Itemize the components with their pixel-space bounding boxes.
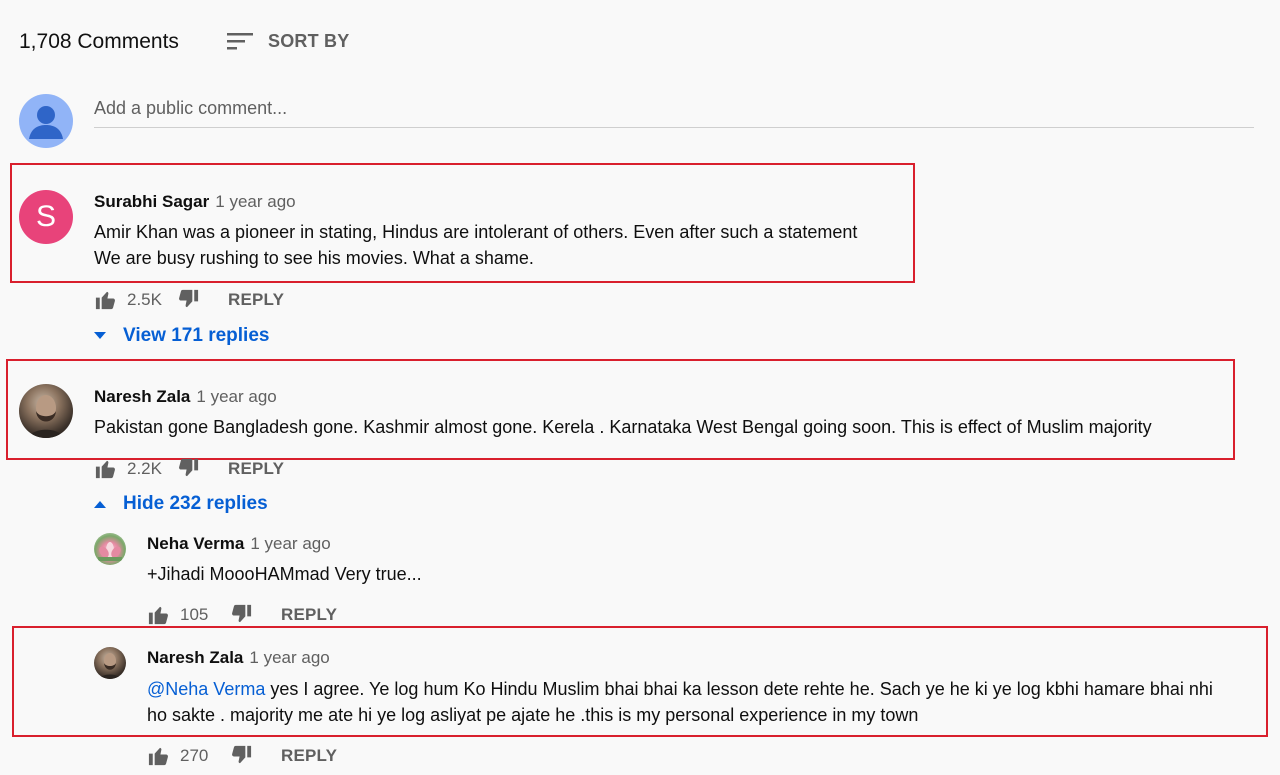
comment-author[interactable]: Surabhi Sagar	[94, 192, 209, 211]
comment-actions: 2.5K REPLY	[94, 288, 284, 311]
reply-button[interactable]: REPLY	[281, 605, 337, 625]
view-replies-label: View 171 replies	[123, 325, 270, 346]
comment-line: Amir Khan was a pioneer in stating, Hind…	[94, 222, 858, 242]
avatar[interactable]	[94, 533, 126, 565]
thumbs-down-icon[interactable]	[177, 457, 200, 480]
caret-up-icon	[94, 501, 106, 508]
comment-line: We are busy rushing to see his movies. W…	[94, 248, 534, 268]
like-count: 105	[180, 604, 209, 624]
highlight-box	[6, 359, 1235, 460]
thumbs-down-icon[interactable]	[177, 288, 200, 311]
reply-header: Neha Verma 1 year ago	[147, 534, 331, 554]
reply-time[interactable]: 1 year ago	[250, 534, 330, 553]
lotus-icon	[98, 542, 122, 561]
reply-time[interactable]: 1 year ago	[249, 648, 329, 667]
comment-author[interactable]: Naresh Zala	[94, 387, 190, 406]
mention-link[interactable]: @Neha Verma	[147, 679, 265, 699]
sort-by-label: SORT BY	[268, 30, 350, 51]
thumbs-up-icon[interactable]	[147, 603, 170, 626]
reply-button[interactable]: REPLY	[281, 746, 337, 766]
comment-count: 1,708 Comments	[19, 30, 179, 53]
comment-actions: 2.2K REPLY	[94, 457, 284, 480]
like-count: 2.2K	[127, 458, 162, 478]
user-avatar-icon	[19, 94, 73, 148]
comment-time[interactable]: 1 year ago	[196, 387, 276, 406]
thumbs-down-icon[interactable]	[230, 744, 253, 767]
reply-text: @Neha Verma yes I agree. Ye log hum Ko H…	[147, 676, 1262, 728]
reply-author[interactable]: Naresh Zala	[147, 648, 243, 667]
sort-by-button[interactable]: SORT BY	[226, 30, 349, 52]
comment-text: Amir Khan was a pioneer in stating, Hind…	[94, 219, 914, 271]
comment-line: Pakistan gone Bangladesh gone. Kashmir a…	[94, 417, 1152, 437]
sort-icon	[227, 33, 253, 50]
avatar[interactable]: S	[19, 190, 73, 244]
comment-header: Surabhi Sagar 1 year ago	[94, 192, 296, 212]
reply-line: @Neha Verma yes I agree. Ye log hum Ko H…	[147, 676, 1262, 702]
avatar[interactable]	[19, 384, 73, 438]
comment-text: Pakistan gone Bangladesh gone. Kashmir a…	[94, 414, 1229, 440]
hide-replies-label: Hide 232 replies	[123, 493, 268, 514]
like-count: 270	[180, 745, 209, 765]
reply-button[interactable]: REPLY	[228, 290, 284, 310]
reply-button[interactable]: REPLY	[228, 459, 284, 479]
like-count: 2.5K	[127, 289, 162, 309]
thumbs-up-icon[interactable]	[147, 744, 170, 767]
reply-actions: 105 REPLY	[147, 603, 337, 626]
caret-down-icon	[94, 332, 106, 339]
hide-replies-button[interactable]: Hide 232 replies	[94, 493, 268, 515]
reply-line-text: yes I agree. Ye log hum Ko Hindu Muslim …	[265, 679, 1213, 699]
thumbs-down-icon[interactable]	[230, 603, 253, 626]
comment-time[interactable]: 1 year ago	[215, 192, 295, 211]
view-replies-button[interactable]: View 171 replies	[94, 325, 269, 347]
thumbs-up-icon[interactable]	[94, 457, 117, 480]
reply-actions: 270 REPLY	[147, 744, 337, 767]
reply-author[interactable]: Neha Verma	[147, 534, 244, 553]
reply-line: ho sakte . majority me ate hi ye log asl…	[147, 705, 919, 725]
avatar[interactable]	[94, 647, 126, 679]
reply-text: +Jihadi MoooHAMmad Very true...	[147, 564, 422, 584]
add-comment-input[interactable]: Add a public comment...	[94, 94, 1254, 128]
thumbs-up-icon[interactable]	[94, 288, 117, 311]
reply-header: Naresh Zala 1 year ago	[147, 648, 330, 668]
person-photo-icon	[100, 653, 120, 679]
person-photo-icon	[29, 395, 63, 438]
comment-header: Naresh Zala 1 year ago	[94, 387, 277, 407]
